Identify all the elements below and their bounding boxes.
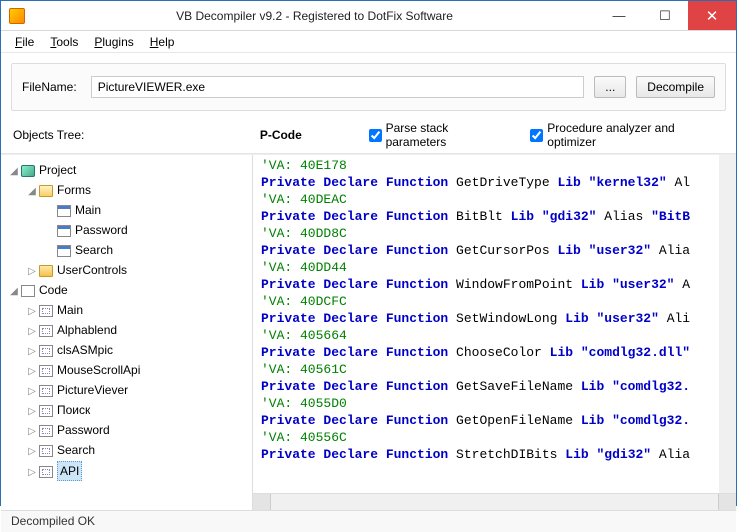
window-title: VB Decompiler v9.2 - Registered to DotFi… [33,9,596,23]
tree-item[interactable]: Password [57,423,110,437]
objects-tree-label: Objects Tree: [13,128,240,142]
close-button[interactable]: ✕ [688,1,736,30]
tree-item[interactable]: Password [75,223,128,237]
app-icon [9,8,25,24]
project-icon [21,165,35,177]
tree-code[interactable]: Code [39,283,68,297]
tree-item[interactable]: Alphablend [57,323,117,337]
expand-icon[interactable]: ◢ [9,163,19,181]
code-view[interactable]: 'VA: 40E178 Private Declare Function Get… [253,155,719,493]
horizontal-scrollbar[interactable] [253,493,736,510]
toolbar: FileName: ... Decompile [11,63,726,111]
options-row: Objects Tree: P-Code Parse stack paramet… [1,117,736,154]
objects-tree[interactable]: ◢Project ◢Forms Main Password Search ▷Us… [1,155,253,510]
expand-icon[interactable]: ▷ [27,403,37,421]
form-icon [57,225,71,237]
expand-icon[interactable]: ◢ [27,183,37,201]
module-icon [39,345,53,357]
module-icon [39,425,53,437]
expand-icon[interactable]: ▷ [27,464,37,482]
vertical-scrollbar[interactable] [719,155,736,493]
menu-file[interactable]: File [9,33,40,51]
window-buttons: — ☐ ✕ [596,1,736,30]
tree-item-selected[interactable]: API [57,461,82,481]
filename-label: FileName: [22,80,77,94]
parse-stack-checkbox[interactable]: Parse stack parameters [369,121,511,149]
code-panel: 'VA: 40E178 Private Declare Function Get… [253,155,736,510]
expand-icon[interactable]: ▷ [27,443,37,461]
expand-icon[interactable]: ◢ [9,283,19,301]
proc-analyzer-checkbox[interactable]: Procedure analyzer and optimizer [530,121,724,149]
proc-analyzer-input[interactable] [530,129,543,142]
form-icon [57,205,71,217]
expand-icon[interactable]: ▷ [27,383,37,401]
minimize-button[interactable]: — [596,1,642,30]
module-icon [39,365,53,377]
folder-open-icon [39,185,53,197]
tree-project[interactable]: Project [39,163,76,177]
module-icon [39,405,53,417]
tree-item[interactable]: Поиск [57,403,90,417]
browse-button[interactable]: ... [594,76,626,98]
expand-icon[interactable]: ▷ [27,423,37,441]
pcode-label: P-Code [260,128,349,142]
decompile-button[interactable]: Decompile [636,76,715,98]
expand-icon[interactable]: ▷ [27,363,37,381]
code-icon [21,285,35,297]
status-bar: Decompiled OK [1,510,736,532]
titlebar: VB Decompiler v9.2 - Registered to DotFi… [1,1,736,31]
tree-item[interactable]: PictureViever [57,383,128,397]
tree-item[interactable]: Main [75,203,101,217]
module-icon [39,385,53,397]
tree-item[interactable]: clsASMpic [57,343,113,357]
maximize-button[interactable]: ☐ [642,1,688,30]
main-area: ◢Project ◢Forms Main Password Search ▷Us… [1,154,736,510]
form-icon [57,245,71,257]
menubar: File Tools Plugins Help [1,31,736,53]
tree-forms[interactable]: Forms [57,183,91,197]
expand-icon[interactable]: ▷ [27,343,37,361]
menu-plugins[interactable]: Plugins [88,33,139,51]
module-icon [39,305,53,317]
expand-icon[interactable]: ▷ [27,303,37,321]
module-icon [39,325,53,337]
tree-usercontrols[interactable]: UserControls [57,263,127,277]
tree-item[interactable]: MouseScrollApi [57,363,140,377]
parse-stack-input[interactable] [369,129,382,142]
menu-help[interactable]: Help [144,33,181,51]
module-icon [39,445,53,457]
filename-input[interactable] [91,76,585,98]
module-icon [39,466,53,478]
tree-item[interactable]: Search [57,443,95,457]
tree-item[interactable]: Main [57,303,83,317]
tree-item[interactable]: Search [75,243,113,257]
menu-tools[interactable]: Tools [44,33,84,51]
folder-icon [39,265,53,277]
expand-icon[interactable]: ▷ [27,263,37,281]
expand-icon[interactable]: ▷ [27,323,37,341]
